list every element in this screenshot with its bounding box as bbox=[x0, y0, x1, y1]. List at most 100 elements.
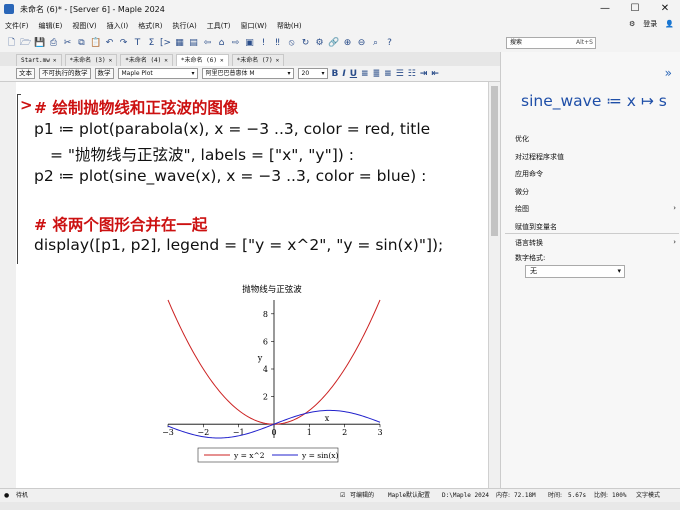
collapse-panel-icon[interactable]: » bbox=[665, 66, 672, 80]
copy-icon[interactable]: ⧉ bbox=[76, 38, 87, 49]
settings-icon[interactable]: ⚙ bbox=[629, 20, 635, 28]
math-mode-icon[interactable]: Σ bbox=[146, 38, 157, 49]
size-select[interactable]: 20 ▾ bbox=[297, 68, 328, 79]
zoom-in-icon[interactable]: ⊕ bbox=[342, 38, 353, 49]
panel-expression: sine_wave ≔ x ↦ s bbox=[521, 92, 667, 110]
tab-untitled-3[interactable]: *未命名 (3) ✕ bbox=[64, 54, 118, 66]
login-link[interactable]: 登录 bbox=[643, 19, 657, 29]
vertical-scrollbar[interactable] bbox=[488, 82, 500, 488]
comment-line-1[interactable]: # 绘制抛物线和正弦波的图像 bbox=[34, 96, 238, 118]
align-center-icon[interactable]: ≣ bbox=[373, 69, 381, 79]
italic-icon[interactable]: I bbox=[342, 69, 345, 79]
link-icon[interactable]: 🔗 bbox=[328, 38, 339, 49]
comment-line-2[interactable]: # 将两个图形合并在一起 bbox=[34, 213, 207, 235]
y-tick-label: 2 bbox=[263, 393, 268, 402]
nonexec-math-button[interactable]: 不可执行的数学 bbox=[39, 68, 91, 79]
menu-window[interactable]: 窗口(W) bbox=[236, 21, 272, 31]
new-file-icon[interactable]: 🗋 bbox=[6, 38, 17, 49]
align-right-icon[interactable]: ≡ bbox=[384, 69, 392, 79]
indent-icon[interactable]: ⇥ bbox=[420, 69, 428, 79]
search-input[interactable]: 搜索 Alt+S bbox=[506, 37, 596, 49]
ctx-language-convert[interactable]: 语言转换 bbox=[515, 238, 543, 248]
text-mode-icon[interactable]: T bbox=[132, 38, 143, 49]
ctx-apply-command[interactable]: 应用命令 bbox=[515, 169, 543, 179]
ctx-assign-to-name[interactable]: 赋值到变量名 bbox=[515, 222, 557, 232]
worksheet[interactable]: > # 绘制抛物线和正弦波的图像 p1 ≔ plot(parabola(x), … bbox=[16, 82, 500, 488]
code-line-p1-cont[interactable]: = "抛物线与正弦波", labels = ["x", "y"]) : bbox=[50, 143, 354, 165]
ratio-label: 比例: bbox=[594, 492, 609, 499]
tab-start[interactable]: Start.mw ✕ bbox=[16, 54, 62, 66]
redo-icon[interactable]: ↷ bbox=[118, 38, 129, 49]
execute-icon[interactable]: ! bbox=[258, 38, 269, 49]
x-tick-label: 3 bbox=[377, 428, 382, 437]
time-value: 5.67s bbox=[568, 492, 587, 499]
menu-help[interactable]: 帮助(H) bbox=[272, 21, 307, 31]
close-button[interactable]: ✕ bbox=[650, 0, 680, 18]
bullet-list-icon[interactable]: ☰ bbox=[396, 69, 404, 79]
maximize-button[interactable]: ☐ bbox=[620, 0, 650, 18]
title-bar: 未命名 (6)* - [Server 6] - Maple 2024 — ☐ ✕ bbox=[0, 0, 680, 18]
close-tab-icon[interactable]: ✕ bbox=[276, 57, 280, 64]
save-icon[interactable]: 💾 bbox=[34, 38, 45, 49]
back-icon[interactable]: ⇦ bbox=[202, 38, 213, 49]
tab-untitled-4[interactable]: *未命名 (4) ✕ bbox=[120, 54, 173, 66]
tasks-icon[interactable]: ▣ bbox=[244, 38, 255, 49]
paste-icon[interactable]: 📋 bbox=[90, 38, 101, 49]
home-icon[interactable]: ⌂ bbox=[216, 38, 227, 49]
zoom-reset-icon[interactable]: ⌕ bbox=[370, 38, 381, 49]
numbered-list-icon[interactable]: ☷ bbox=[408, 69, 416, 79]
editable-checkbox[interactable]: ☑ bbox=[340, 489, 345, 503]
status-ready: 待机 bbox=[16, 492, 29, 499]
outdent-icon[interactable]: ⇤ bbox=[431, 69, 439, 79]
forward-icon[interactable]: ⇨ bbox=[230, 38, 241, 49]
table-icon[interactable]: ▤ bbox=[188, 38, 199, 49]
plot-icon[interactable]: ▦ bbox=[174, 38, 185, 49]
debug-icon[interactable]: ⚙ bbox=[314, 38, 325, 49]
close-tab-icon[interactable]: ✕ bbox=[53, 57, 57, 64]
stop-icon[interactable]: ⦸ bbox=[286, 38, 297, 49]
math-button[interactable]: 数学 bbox=[94, 68, 114, 79]
submenu-arrow-icon: › bbox=[673, 204, 676, 212]
align-left-icon[interactable]: ≡ bbox=[361, 69, 369, 79]
undo-icon[interactable]: ↶ bbox=[104, 38, 115, 49]
panel-separator bbox=[505, 233, 679, 234]
ctx-evaluate-procedure[interactable]: 对过程程序求值 bbox=[515, 152, 564, 162]
close-tab-icon[interactable]: ✕ bbox=[164, 57, 168, 64]
code-line-p1[interactable]: p1 ≔ plot(parabola(x), x = −3 ..3, color… bbox=[34, 120, 430, 138]
zoom-out-icon[interactable]: ⊖ bbox=[356, 38, 367, 49]
code-line-p2[interactable]: p2 ≔ plot(sine_wave(x), x = −3 ..3, colo… bbox=[34, 167, 426, 185]
menu-edit[interactable]: 编辑(E) bbox=[34, 21, 68, 31]
bold-icon[interactable]: B bbox=[332, 69, 339, 79]
ctx-plot[interactable]: 绘图 bbox=[515, 204, 529, 214]
cut-icon[interactable]: ✂ bbox=[62, 38, 73, 49]
font-select[interactable]: 阿里巴巴普惠体 M ▾ bbox=[201, 68, 294, 79]
tab-untitled-6[interactable]: *未命名 (6) ✕ bbox=[175, 54, 229, 66]
code-line-display[interactable]: display([p1, p2], legend = ["y = x^2", "… bbox=[34, 236, 443, 254]
minimize-button[interactable]: — bbox=[590, 0, 620, 18]
restart-icon[interactable]: ↻ bbox=[300, 38, 311, 49]
number-format-select[interactable]: 无 ▾ bbox=[525, 265, 625, 278]
plot-output[interactable]: 抛物线与正弦波 −3 −2 −1 0 1 2 32468xy y = x^2 y = sin(… bbox=[146, 280, 386, 470]
status-bar: ● 待机 ☑ 可编辑的 Maple默认配置 D:\Maple 2024 内存: … bbox=[0, 488, 680, 502]
close-tab-icon[interactable]: ✕ bbox=[109, 57, 113, 64]
scrollbar-thumb[interactable] bbox=[491, 86, 498, 236]
menu-file[interactable]: 文件(F) bbox=[0, 21, 34, 31]
menu-tools[interactable]: 工具(T) bbox=[202, 21, 236, 31]
menu-evaluate[interactable]: 执行(A) bbox=[168, 21, 202, 31]
insert-prompt-icon[interactable]: [> bbox=[160, 38, 171, 49]
print-icon[interactable]: ⎙ bbox=[48, 38, 59, 49]
menu-format[interactable]: 格式(R) bbox=[133, 21, 167, 31]
menu-insert[interactable]: 插入(I) bbox=[102, 21, 134, 31]
underline-icon[interactable]: U bbox=[350, 69, 357, 79]
ctx-optimize[interactable]: 优化 bbox=[515, 134, 529, 144]
user-icon[interactable]: 👤 bbox=[665, 20, 674, 28]
style-select[interactable]: Maple Plot ▾ bbox=[117, 68, 198, 79]
open-file-icon[interactable]: 🗁 bbox=[20, 38, 31, 49]
close-tab-icon[interactable]: ✕ bbox=[220, 57, 224, 64]
tab-untitled-7[interactable]: *未命名 (7) ✕ bbox=[231, 54, 285, 66]
text-button[interactable]: 文本 bbox=[16, 68, 35, 79]
execute-all-icon[interactable]: ‼ bbox=[272, 38, 283, 49]
ctx-differentiate[interactable]: 微分 bbox=[515, 187, 529, 197]
help-icon[interactable]: ? bbox=[384, 38, 395, 49]
menu-view[interactable]: 视图(V) bbox=[67, 21, 101, 31]
